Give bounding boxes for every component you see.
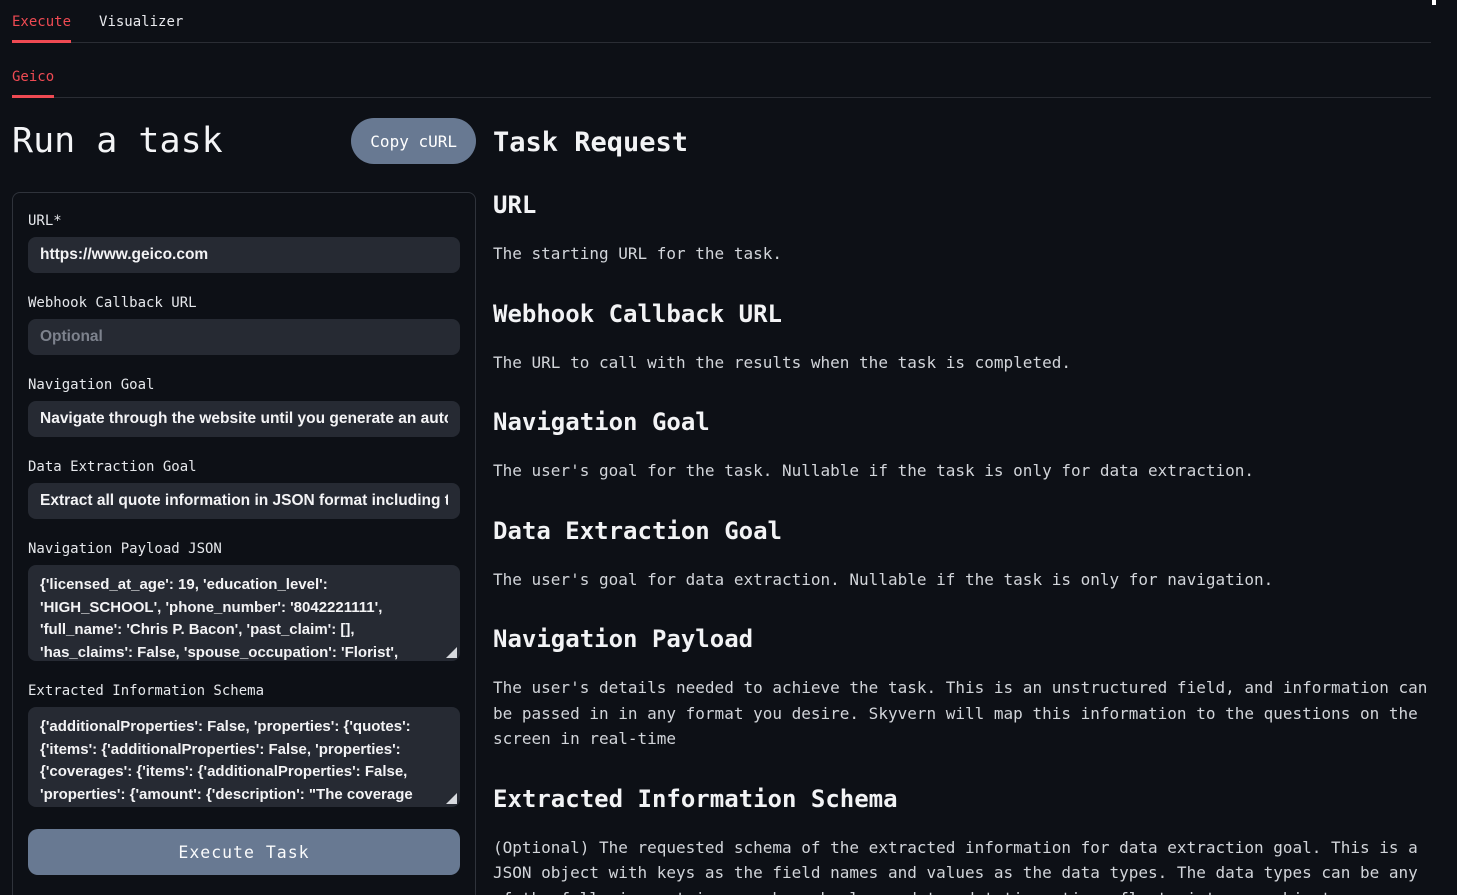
navigation-payload-field-group: Navigation Payload JSON {'licensed_at_ag… [28, 541, 460, 661]
docs-section-url-heading: URL [493, 191, 1430, 219]
task-form-card: URL* Webhook Callback URL Navigation Goa… [12, 192, 476, 895]
execute-task-button[interactable]: Execute Task [28, 829, 460, 875]
extracted-schema-wrap: {'additionalProperties': False, 'propert… [28, 707, 460, 807]
navigation-payload-wrap: {'licensed_at_age': 19, 'education_level… [28, 565, 460, 661]
resize-grip-icon[interactable] [446, 647, 457, 658]
tab-visualizer[interactable]: Visualizer [99, 14, 183, 42]
main-tab-bar: Execute Visualizer [12, 0, 1431, 43]
docs-section-navigation-goal-heading: Navigation Goal [493, 408, 1430, 436]
webhook-input[interactable] [28, 319, 460, 355]
webhook-field-group: Webhook Callback URL [28, 295, 460, 355]
extracted-schema-label: Extracted Information Schema [28, 683, 460, 699]
docs-section-data-extraction-goal-heading: Data Extraction Goal [493, 517, 1430, 545]
scrollbar-thumb[interactable] [1432, 0, 1436, 5]
data-extraction-goal-input[interactable] [28, 483, 460, 519]
docs-section-navigation-payload-body: The user's details needed to achieve the… [493, 675, 1430, 752]
navigation-goal-field-group: Navigation Goal [28, 377, 460, 437]
secondary-tab-bar: Geico [12, 43, 1431, 98]
url-field-group: URL* [28, 213, 460, 273]
docs-section-data-extraction-goal-body: The user's goal for data extraction. Nul… [493, 567, 1430, 593]
docs-section-webhook-body: The URL to call with the results when th… [493, 350, 1430, 376]
tab-execute[interactable]: Execute [12, 14, 71, 42]
extracted-schema-field-group: Extracted Information Schema {'additiona… [28, 683, 460, 807]
docs-section-extracted-schema-body: (Optional) The requested schema of the e… [493, 835, 1430, 895]
docs-title: Task Request [493, 127, 1430, 158]
run-task-header: Run a task Copy cURL [12, 118, 476, 164]
docs-section-extracted-schema-heading: Extracted Information Schema [493, 785, 1430, 813]
docs-section-navigation-goal-body: The user's goal for the task. Nullable i… [493, 458, 1430, 484]
navigation-payload-label: Navigation Payload JSON [28, 541, 460, 557]
copy-curl-button[interactable]: Copy cURL [351, 118, 476, 164]
docs-section-webhook-heading: Webhook Callback URL [493, 300, 1430, 328]
extracted-schema-textarea[interactable]: {'additionalProperties': False, 'propert… [28, 707, 460, 807]
docs-section-navigation-payload-heading: Navigation Payload [493, 625, 1430, 653]
docs-section-url-body: The starting URL for the task. [493, 241, 1430, 267]
navigation-goal-input[interactable] [28, 401, 460, 437]
navigation-payload-textarea[interactable]: {'licensed_at_age': 19, 'education_level… [28, 565, 460, 661]
url-label: URL* [28, 213, 460, 229]
data-extraction-goal-label: Data Extraction Goal [28, 459, 460, 475]
main-content: Run a task Copy cURL URL* Webhook Callba… [0, 98, 1457, 895]
run-task-panel: Run a task Copy cURL URL* Webhook Callba… [12, 98, 476, 895]
navigation-goal-label: Navigation Goal [28, 377, 460, 393]
data-extraction-goal-field-group: Data Extraction Goal [28, 459, 460, 519]
page-title: Run a task [12, 121, 223, 161]
webhook-label: Webhook Callback URL [28, 295, 460, 311]
resize-grip-icon[interactable] [446, 793, 457, 804]
task-request-docs: Task Request URL The starting URL for th… [493, 98, 1430, 895]
app-root: Execute Visualizer Geico Run a task Copy… [0, 0, 1457, 895]
url-input[interactable] [28, 237, 460, 273]
tab-geico[interactable]: Geico [12, 69, 54, 97]
